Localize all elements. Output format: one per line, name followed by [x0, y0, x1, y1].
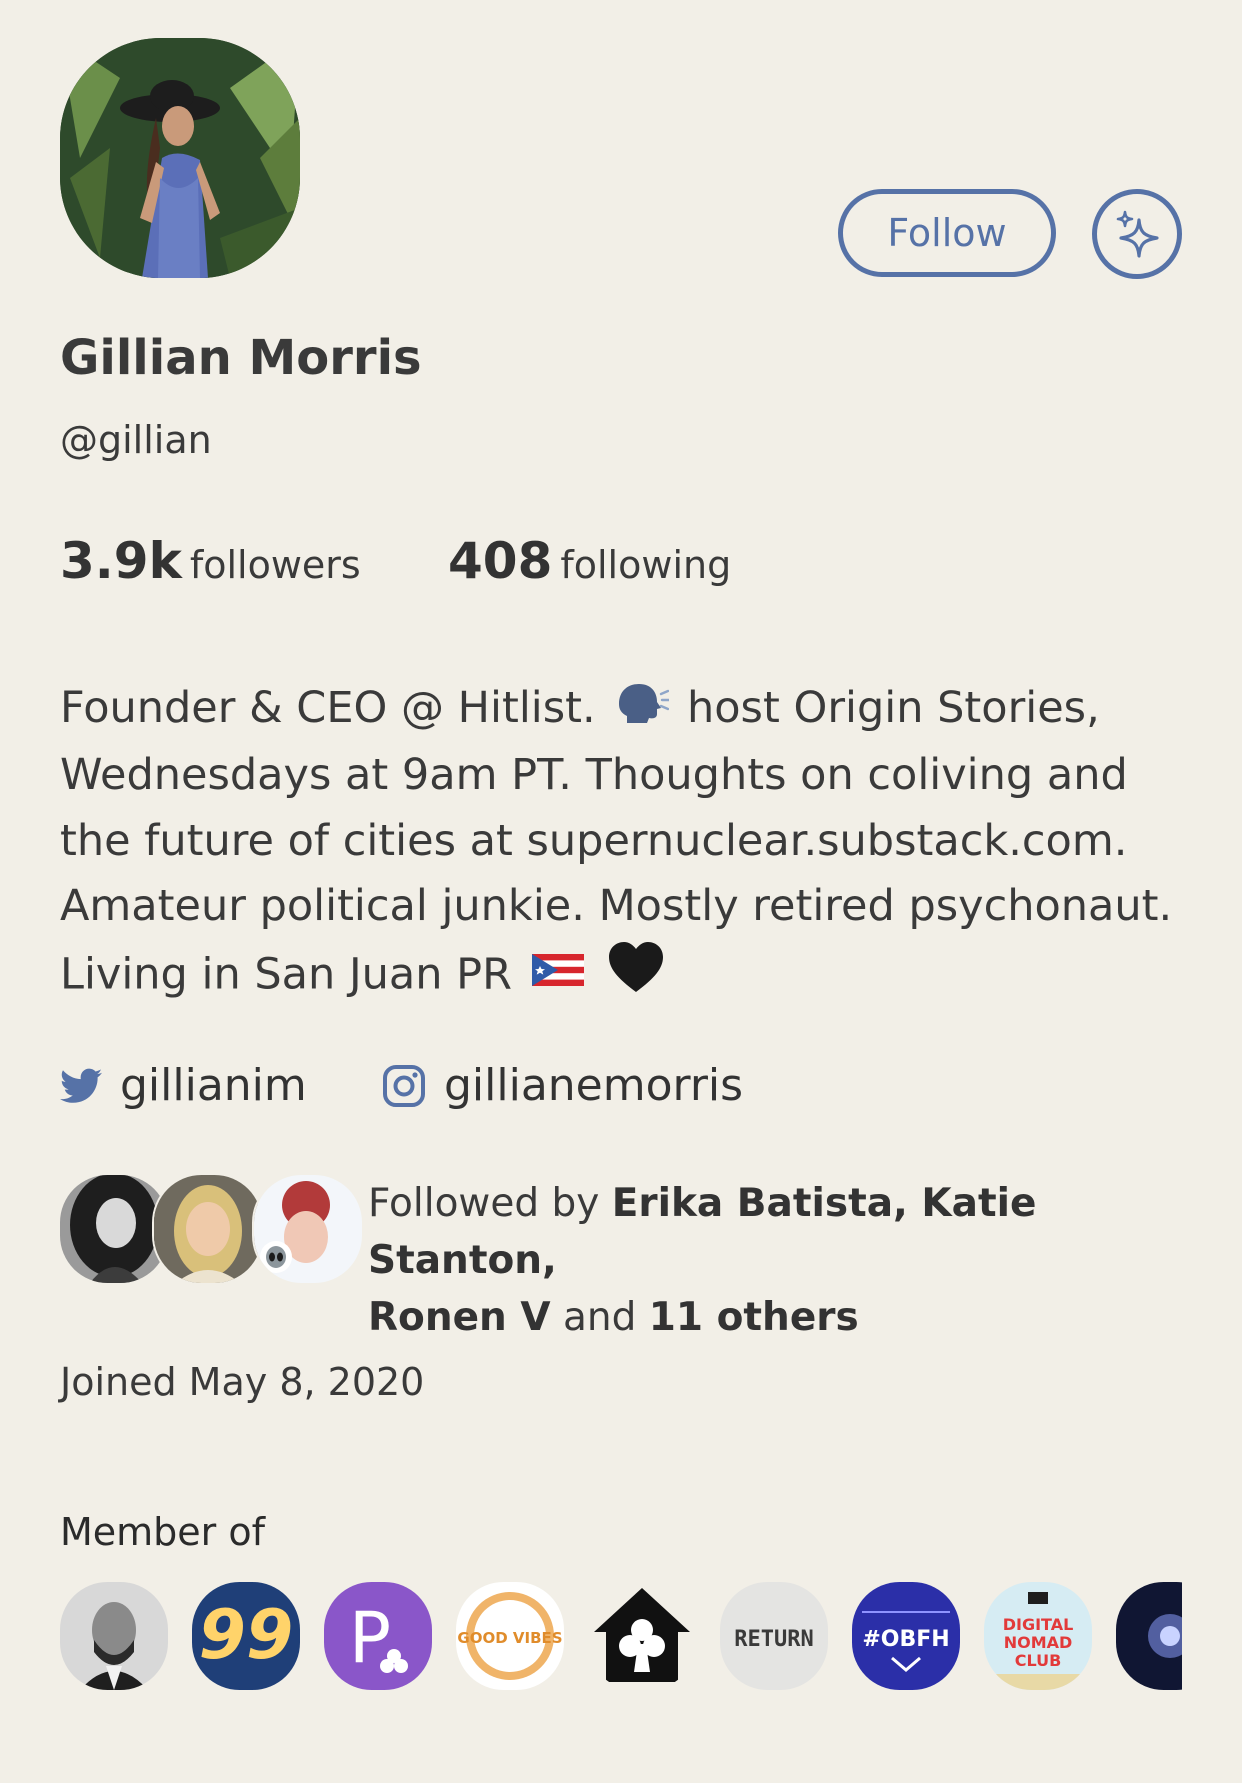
social-links: gillianim gillianemorris	[60, 1060, 1160, 1120]
followers-stat[interactable]: 3.9k followers	[60, 532, 361, 590]
mutual-avatar-3	[254, 1175, 362, 1283]
mutual-names-2: Ronen V	[368, 1295, 551, 1340]
bio-line-2: Wednesdays at 9am PT. Thoughts on colivi…	[60, 750, 1128, 801]
mutual-prefix: Followed by	[368, 1181, 600, 1226]
club-vibes-text: GOOD VIBES	[457, 1629, 562, 1647]
instagram-icon	[383, 1064, 425, 1107]
twitter-link[interactable]: gillianim	[60, 1060, 307, 1111]
joined-date: Joined May 8, 2020	[60, 1360, 425, 1404]
club-99-text: 99	[199, 1596, 294, 1675]
club-good-vibes[interactable]: GOOD VIBES	[456, 1582, 564, 1690]
instagram-handle: gillianemorris	[444, 1060, 744, 1111]
bio-text: host Origin Stories,	[687, 683, 1100, 733]
club-return[interactable]: RETURN	[720, 1582, 828, 1690]
mutual-others: 11 others	[648, 1295, 859, 1340]
profile-name: Gillian Morris	[60, 330, 422, 386]
profile-avatar[interactable]	[60, 38, 300, 278]
club-dnc-text-1: DIGITAL	[1003, 1615, 1074, 1634]
club-list: 99 P GOOD VIBES RETURN #OBFH DIGITAL NOM…	[60, 1582, 1182, 1692]
mutual-followers-text[interactable]: Followed by Erika Batista, Katie Stanton…	[368, 1175, 1188, 1346]
club-return-text: RETURN	[734, 1627, 813, 1652]
bio-line-5: Living in San Juan PR	[60, 940, 1160, 1014]
puerto-rico-flag-icon	[530, 944, 586, 1010]
follow-button[interactable]: Follow	[838, 189, 1056, 277]
club-blue-pattern[interactable]	[1116, 1582, 1182, 1690]
bio-text: Living in San Juan PR	[60, 949, 512, 999]
club-obfh-text: #OBFH	[862, 1627, 949, 1652]
following-count: 408	[448, 532, 553, 590]
followers-label: followers	[189, 543, 361, 587]
club-clubhouse[interactable]	[588, 1582, 696, 1690]
club-p[interactable]: P	[324, 1582, 432, 1690]
twitter-handle: gillianim	[120, 1060, 307, 1111]
profile-bio: Founder & CEO @ Hitlist. host Origin Sto…	[60, 676, 1173, 1014]
sparkle-button[interactable]	[1092, 189, 1182, 279]
bio-line-3: the future of cities at supernuclear.sub…	[60, 815, 1128, 866]
profile-page: Follow Gillian Morris @gillian 3.9k follo…	[60, 0, 1182, 1783]
mutual-and: and	[562, 1295, 637, 1340]
bio-line-1: Founder & CEO @ Hitlist. host Origin Sto…	[60, 676, 1160, 743]
sparkle-icon	[1116, 210, 1159, 258]
club-dnc-text-2: NOMAD	[1004, 1633, 1073, 1652]
following-stat[interactable]: 408 following	[448, 532, 731, 590]
bio-line-4: Amateur political junkie. Mostly retired…	[60, 881, 1173, 932]
club-lincoln[interactable]	[60, 1582, 168, 1690]
mutual-avatars	[60, 1175, 362, 1285]
member-of-label: Member of	[60, 1510, 266, 1554]
club-dnc-text-3: CLUB	[1015, 1651, 1062, 1670]
club-99[interactable]: 99	[192, 1582, 300, 1690]
club-digital-nomad[interactable]: DIGITAL NOMAD CLUB	[984, 1582, 1092, 1690]
mutual-followers[interactable]: Followed by Erika Batista, Katie Stanton…	[60, 1175, 1182, 1340]
mutual-avatar-1	[60, 1175, 168, 1283]
profile-handle: @gillian	[60, 418, 212, 462]
black-heart-icon	[607, 940, 665, 1014]
club-obfh[interactable]: #OBFH	[852, 1582, 960, 1690]
follow-button-label: Follow	[887, 211, 1007, 255]
following-label: following	[560, 543, 732, 587]
mutual-avatar-2	[154, 1175, 262, 1283]
speaking-head-icon	[613, 678, 671, 744]
bio-text: Founder & CEO @ Hitlist.	[60, 683, 596, 733]
twitter-icon	[60, 1068, 102, 1103]
instagram-link[interactable]: gillianemorris	[382, 1060, 743, 1111]
followers-count: 3.9k	[60, 532, 182, 590]
